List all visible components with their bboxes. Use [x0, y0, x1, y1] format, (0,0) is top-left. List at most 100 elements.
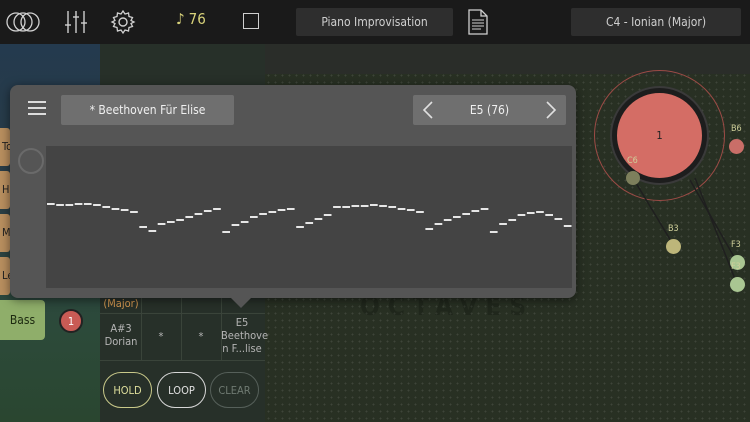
note-label: B3: [668, 224, 679, 234]
track-tab-bass[interactable]: Bass: [0, 300, 45, 340]
roll-note: [453, 216, 461, 218]
roll-note: [499, 223, 507, 225]
song-picker-popup: * Beethoven Für Elise E5 (76): [10, 85, 576, 298]
popup-pointer: [229, 296, 253, 308]
grid-cell[interactable]: *: [141, 330, 181, 343]
music-note-icon: ♪: [176, 10, 185, 28]
roll-note: [130, 211, 138, 213]
roll-note: [120, 209, 129, 211]
grid-divider: [100, 360, 265, 361]
grid-cell-note: E5: [235, 316, 249, 329]
chevron-right-icon[interactable]: [544, 101, 558, 119]
roll-note: [194, 213, 203, 215]
tempo-display[interactable]: ♪ 76: [176, 10, 206, 28]
grid-cell-note: A#3: [110, 322, 132, 335]
grid-cell-selected[interactable]: E5 Beethove n F...lise: [221, 316, 268, 355]
hamburger-menu-icon[interactable]: [28, 101, 46, 115]
roll-note: [305, 222, 314, 224]
grid-cell-note: *: [158, 330, 164, 343]
note-node-b6[interactable]: [729, 139, 744, 154]
roll-note: [526, 212, 535, 214]
mixer-sliders-icon[interactable]: [59, 6, 93, 38]
bass-channel-indicator[interactable]: 1: [59, 309, 83, 333]
chevron-left-icon[interactable]: [421, 101, 435, 119]
note-node-f3b[interactable]: [730, 277, 745, 292]
tempo-value: 76: [188, 10, 206, 28]
roll-note: [102, 206, 111, 208]
roll-note: [47, 203, 55, 205]
roll-note: [296, 226, 304, 228]
top-toolbar: ♪ 76 Piano Improvisation C4 - Ionian (Ma…: [0, 0, 750, 44]
roll-note: [379, 205, 387, 207]
grid-cell[interactable]: *: [181, 330, 221, 343]
roll-note: [74, 203, 83, 205]
roll-note: [333, 206, 341, 208]
roll-note: [416, 211, 424, 213]
roll-note: [56, 204, 64, 206]
roll-note: [240, 221, 249, 223]
roll-note: [545, 214, 553, 216]
note-node-b3[interactable]: [666, 239, 681, 254]
roll-note: [388, 206, 397, 208]
roll-note: [286, 208, 295, 210]
hold-button[interactable]: HOLD: [103, 372, 152, 408]
roll-note: [342, 206, 350, 208]
grid-divider: [141, 296, 142, 360]
roll-note: [157, 223, 166, 225]
note-label: B6: [731, 124, 742, 134]
roll-note: [443, 219, 452, 221]
piano-roll[interactable]: [46, 146, 572, 288]
roll-note: [563, 225, 572, 227]
track-tab-3[interactable]: M: [0, 214, 10, 252]
note-label: C6: [627, 156, 638, 166]
roll-note: [397, 208, 406, 210]
roll-note: [148, 230, 157, 232]
roll-note: [185, 216, 194, 218]
song-selector[interactable]: * Beethoven Für Elise: [61, 95, 234, 125]
grid-cell-scale: Dorian: [104, 335, 138, 348]
grid-divider: [100, 313, 265, 314]
roll-note: [176, 219, 184, 221]
clear-button[interactable]: CLEAR: [210, 372, 259, 408]
loop-button[interactable]: LOOP: [157, 372, 206, 408]
project-title-field[interactable]: Piano Improvisation: [296, 8, 453, 36]
note-label: F3: [731, 240, 741, 250]
track-tab-1[interactable]: To: [0, 128, 10, 166]
roll-note: [434, 223, 443, 225]
document-icon[interactable]: [467, 9, 489, 35]
rings-logo-icon[interactable]: [6, 6, 40, 38]
roll-note: [508, 219, 517, 221]
playhead-indicator[interactable]: [18, 148, 44, 174]
roll-note: [250, 216, 258, 218]
track-tab-2[interactable]: Hi: [0, 171, 10, 209]
roll-note: [65, 204, 74, 206]
roll-note: [83, 203, 92, 205]
note-node-c6[interactable]: [626, 171, 640, 185]
roll-note: [259, 213, 267, 215]
grid-cell-note: *: [198, 330, 204, 343]
roll-note: [406, 209, 415, 211]
scale-selector[interactable]: C4 - Ionian (Major): [571, 8, 741, 36]
roll-note: [314, 218, 323, 220]
grid-divider: [181, 296, 182, 360]
roll-note: [277, 209, 286, 211]
roll-note: [370, 204, 378, 206]
track-tab-4[interactable]: Le: [0, 257, 10, 295]
roll-note: [554, 218, 563, 220]
roll-note: [351, 205, 360, 207]
root-note-circle[interactable]: 1: [612, 88, 707, 183]
settings-gear-icon[interactable]: [106, 6, 140, 38]
note-label: F3: [731, 262, 741, 272]
roll-note: [231, 224, 240, 226]
grid-scale-label: (Major): [103, 297, 139, 310]
roll-note: [139, 226, 147, 228]
grid-cell-song: n F...lise: [222, 342, 262, 355]
roll-note: [93, 204, 101, 206]
roll-note: [268, 211, 277, 213]
roll-note: [480, 208, 489, 210]
canvas-header: [265, 44, 750, 74]
grid-cell[interactable]: A#3 Dorian: [101, 322, 141, 348]
stop-button[interactable]: [243, 13, 259, 29]
piano-roll-notes: [47, 203, 572, 233]
roll-note: [222, 231, 230, 233]
